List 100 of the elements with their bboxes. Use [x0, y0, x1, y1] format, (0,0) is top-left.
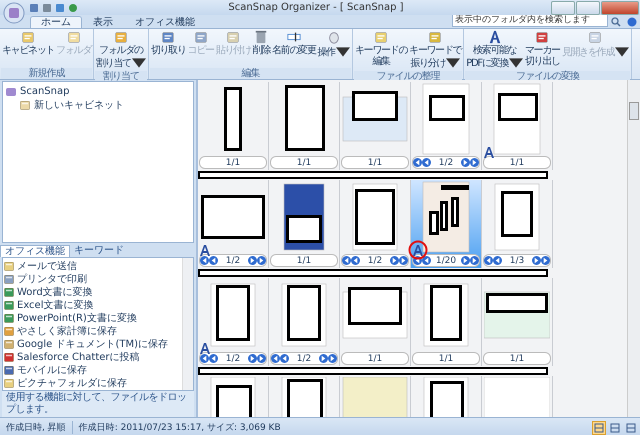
thumbnail-view-icon[interactable] [592, 420, 606, 434]
previous-page-icon[interactable] [209, 256, 218, 265]
next-page-icon[interactable] [399, 256, 408, 265]
next-page-icon[interactable] [461, 158, 470, 167]
next-page-icon[interactable] [532, 256, 541, 265]
thumbnail-cell[interactable]: 1/2 [269, 278, 340, 366]
previous-page-icon[interactable] [342, 256, 351, 265]
thumbnail-cell[interactable]: 1/2 [198, 278, 269, 366]
sort-order: 作成日時, 昇順 [0, 421, 73, 434]
tree-item[interactable]: 新しいキャビネット [5, 98, 191, 112]
page-counter: 1/20 [412, 254, 480, 267]
action-item[interactable]: モバイルに保存 [3, 363, 182, 376]
action-item[interactable]: Excel文書に変換 [3, 298, 182, 312]
thumbnail-cell[interactable]: 1/1 [482, 278, 553, 366]
page-counter: 1/2 [341, 254, 409, 267]
page-counter: 1/1 [270, 156, 338, 169]
search-field[interactable]: 表示中のフォルダ内を検索します [452, 14, 608, 27]
action-item[interactable]: ピクチャフォルダに保存 [3, 376, 182, 390]
window-title: ScanSnap Organizer - [ ScanSnap ] [227, 2, 405, 13]
previous-page-icon[interactable] [413, 256, 422, 265]
previous-page-icon[interactable] [200, 256, 209, 265]
action-item[interactable]: PowerPoint(R)文書に変換 [3, 311, 182, 324]
page-counter: 1/2 [199, 254, 267, 267]
scrollbar[interactable] [182, 258, 193, 390]
rename-icon [286, 30, 301, 44]
ribbon-button[interactable]: キーワードの 編集 [354, 29, 408, 71]
caret-icon [615, 45, 629, 59]
previous-page-icon[interactable] [484, 256, 493, 265]
close-button[interactable] [601, 0, 639, 14]
thumbnail-cell[interactable]: 1/1 [482, 82, 553, 170]
thumbnail-cell[interactable]: 1/1 [198, 82, 269, 170]
thumbnail-cell[interactable]: 1/2 [411, 82, 482, 170]
action-item[interactable]: Google ドキュメント(TM)に保存 [3, 337, 182, 350]
previous-page-icon[interactable] [422, 158, 431, 167]
page-counter: 1/1 [483, 156, 551, 169]
ribbon-button[interactable]: マーカー 切り出し [524, 29, 561, 71]
search-icon[interactable] [611, 17, 621, 27]
ribbon-tab[interactable]: ホーム [30, 16, 82, 28]
next-page-icon[interactable] [248, 256, 257, 265]
tree-item[interactable]: ScanSnap [5, 84, 191, 98]
group-label: 割り当て [95, 71, 147, 82]
page-counter: 1/2 [199, 352, 267, 365]
ribbon-button[interactable]: キャビネット [1, 29, 56, 68]
caret-icon [336, 45, 350, 59]
previous-page-icon[interactable] [280, 354, 289, 363]
thumbnail-cell[interactable]: 1/2 [198, 180, 269, 268]
next-page-icon[interactable] [470, 158, 479, 167]
ribbon-button[interactable]: キーワードで 振り分け [408, 29, 462, 71]
previous-page-icon[interactable] [422, 256, 431, 265]
thumbnail-cell[interactable]: 1/1 [340, 278, 411, 366]
thumbnail-cell[interactable]: 1/1 [411, 278, 482, 366]
next-page-icon[interactable] [257, 354, 266, 363]
action-item[interactable]: Word文書に変換 [3, 285, 182, 298]
next-page-icon[interactable] [470, 256, 479, 265]
next-page-icon[interactable] [319, 354, 328, 363]
thumbnail-cell[interactable]: 1/1 [340, 82, 411, 170]
ribbon-button[interactable]: 切り取り [150, 29, 187, 68]
next-page-icon[interactable] [257, 256, 266, 265]
ribbon-button[interactable]: 検索可能な PDFに変換 [465, 29, 524, 71]
trash-icon [254, 30, 268, 44]
ribbon-button[interactable]: 名前の変更 [270, 29, 316, 68]
group-label: 編集 [150, 68, 351, 79]
previous-page-icon[interactable] [413, 158, 422, 167]
page-counter: 1/2 [412, 156, 480, 169]
next-page-icon[interactable] [328, 354, 337, 363]
action-item[interactable]: プリンタで印刷 [3, 272, 182, 286]
letter-a-icon [488, 30, 502, 44]
next-page-icon[interactable] [461, 256, 470, 265]
page-counter: 1/1 [483, 352, 551, 365]
action-item[interactable]: Salesforce Chatterに投稿 [3, 350, 182, 364]
scrollbar[interactable] [627, 80, 640, 417]
ribbon-tab[interactable]: 表示 [82, 16, 124, 28]
page-counter: 1/1 [412, 352, 480, 365]
previous-page-icon[interactable] [351, 256, 360, 265]
page-counter: 1/1 [341, 156, 409, 169]
action-item[interactable]: メールで送信 [3, 259, 182, 272]
ribbon-tab[interactable]: オフィス機能 [124, 16, 206, 28]
group-label: 新規作成 [1, 68, 92, 79]
panel-tab[interactable]: キーワード [70, 245, 128, 258]
page-counter: 1/2 [270, 352, 338, 365]
page-counter: 1/3 [483, 254, 551, 267]
ribbon-button[interactable]: 操作 [316, 29, 351, 68]
previous-page-icon[interactable] [493, 256, 502, 265]
next-page-icon[interactable] [390, 256, 399, 265]
thumbnail-cell[interactable]: 1/1 [269, 180, 340, 268]
thumbnail-cell[interactable]: 1/20 [411, 180, 482, 268]
previous-page-icon[interactable] [209, 354, 218, 363]
thumbnail-cell[interactable]: 1/1 [269, 82, 340, 170]
panel-tab[interactable]: オフィス機能 [0, 245, 70, 258]
ribbon-button[interactable]: フォルダの 割り当て [95, 29, 147, 71]
ribbon-button[interactable]: 削除 [252, 29, 271, 68]
previous-page-icon[interactable] [271, 354, 280, 363]
thumbnail-cell[interactable]: 1/2 [340, 180, 411, 268]
next-page-icon[interactable] [541, 256, 550, 265]
next-page-icon[interactable] [248, 354, 257, 363]
action-item[interactable]: やさしく家計簿に保存 [3, 324, 182, 338]
previous-page-icon[interactable] [200, 354, 209, 363]
thumbnail-cell[interactable]: 1/3 [482, 180, 553, 268]
page-counter: 1/1 [199, 156, 267, 169]
app-orb-icon[interactable] [3, 2, 25, 24]
